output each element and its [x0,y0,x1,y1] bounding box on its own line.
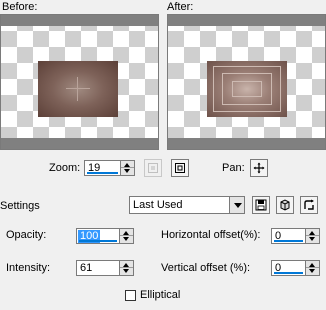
opacity-stepper[interactable]: 100 [76,228,134,244]
zoom-actual-size-button[interactable] [171,159,189,177]
preview-bottom-band [1,138,158,149]
horizontal-offset-spin-buttons[interactable] [305,228,320,244]
opacity-label: Opacity: [6,229,47,241]
preset-dropdown[interactable]: Last Used [129,196,245,214]
crosshair-horizontal [66,88,90,89]
preset-value: Last Used [133,199,183,211]
chevron-down-icon[interactable] [229,196,245,214]
pan-button[interactable] [250,159,268,177]
vertical-offset-focus-underline [274,272,303,274]
horizontal-offset-stepper[interactable]: 0 [271,228,320,244]
spin-down-icon[interactable] [123,269,129,273]
zoom-spin-buttons[interactable] [120,160,135,176]
zoom-actual-size-icon [175,163,185,173]
reset-preset-button[interactable] [276,196,294,214]
zoom-fit-icon [148,163,158,173]
crosshair-vertical [77,77,78,101]
after-preview[interactable] [167,14,326,150]
opacity-spin-buttons[interactable] [119,228,134,244]
pan-label: Pan: [222,162,245,174]
zoom-label: Zoom: [49,162,81,174]
before-preview[interactable] [0,14,159,150]
randomize-button[interactable] [300,196,318,214]
intensity-spin-buttons[interactable] [119,260,134,276]
before-label: Before: [2,1,38,13]
preview-top-band [168,15,325,26]
intensity-label: Intensity: [6,262,51,274]
horizontal-offset-label: Horizontal offset(%): [161,229,261,241]
vertical-offset-spin-buttons[interactable] [305,260,320,276]
preview-top-band [1,15,158,26]
zoom-focus-underline [87,172,118,174]
preview-bottom-band [168,138,325,149]
horizontal-offset-focus-underline [274,240,303,242]
after-image [207,61,287,117]
vertical-offset-stepper[interactable]: 0 [271,260,320,276]
vignette-ring-inner [232,81,262,97]
after-label: After: [167,1,194,13]
elliptical-label[interactable]: Elliptical [140,289,180,302]
intensity-value[interactable]: 61 [80,262,92,275]
reset-preset-icon [280,199,290,211]
spin-down-icon[interactable] [309,269,315,273]
zoom-stepper[interactable]: 19 [84,160,135,176]
before-image [38,61,118,117]
elliptical-checkbox[interactable] [125,290,136,301]
intensity-stepper[interactable]: 61 [76,260,134,276]
pan-move-icon [253,162,265,174]
save-preset-button[interactable] [252,196,270,214]
spin-down-icon[interactable] [124,169,130,173]
save-preset-icon [255,199,267,211]
spin-down-icon[interactable] [309,237,315,241]
spin-down-icon[interactable] [123,237,129,241]
zoom-fit-button[interactable] [144,159,162,177]
settings-label: Settings [0,200,40,212]
opacity-focus-underline [79,240,117,242]
randomize-icon [304,199,314,210]
vertical-offset-label: Vertical offset (%): [161,262,251,274]
